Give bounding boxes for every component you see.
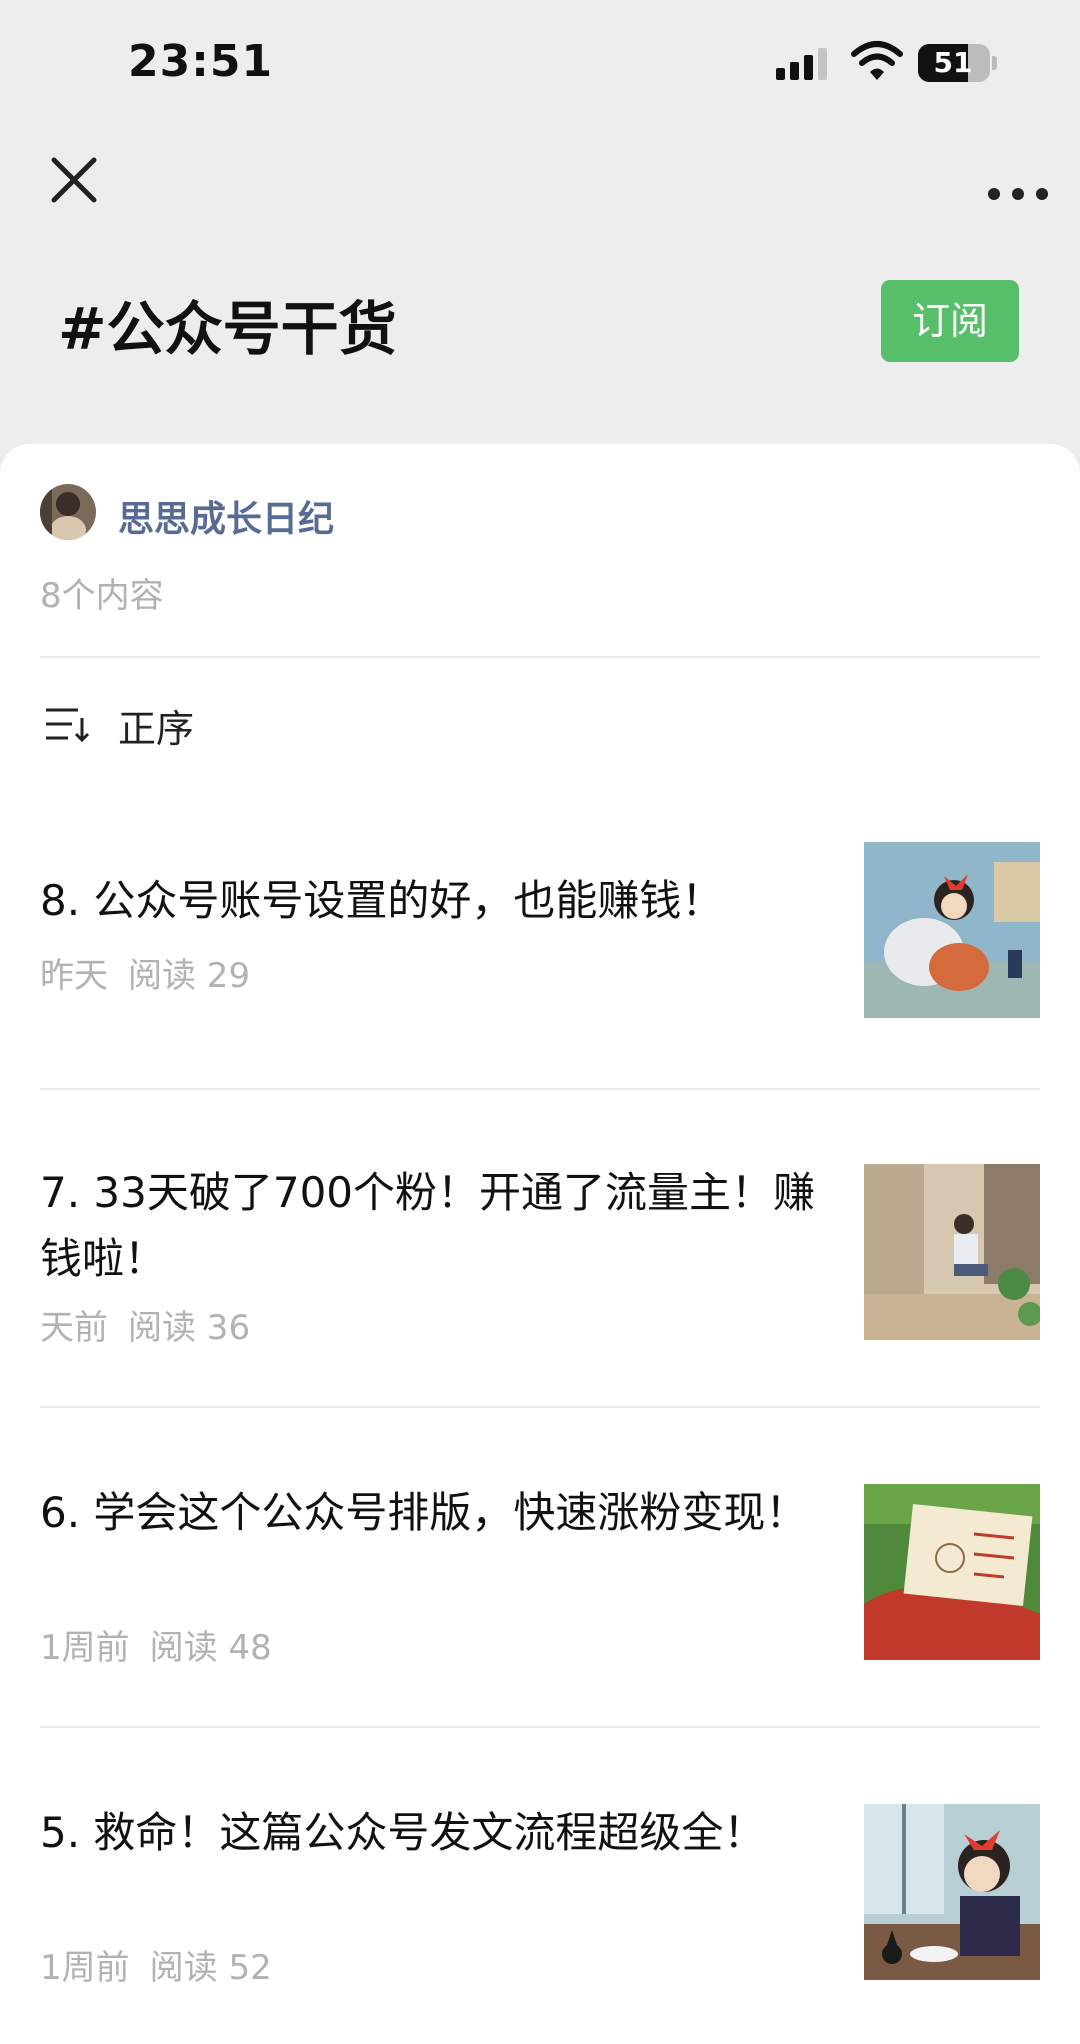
cellular-signal-icon <box>776 48 827 80</box>
article-item[interactable]: 8. 公众号账号设置的好，也能赚钱！ 昨天 阅读 29 <box>0 842 1080 1022</box>
top-nav <box>0 130 1080 240</box>
article-reads: 阅读 48 <box>149 1628 272 1668</box>
article-item[interactable]: 7. 33天破了700个粉！开通了流量主！赚钱啦！ 天前 阅读 36 <box>0 1160 1080 1348</box>
status-bar: 23:51 51 <box>0 0 1080 130</box>
article-time: 天前 <box>40 1308 108 1348</box>
article-item[interactable]: 6. 学会这个公众号排版，快速涨粉变现！ 1周前 阅读 48 <box>0 1480 1080 1668</box>
battery-level: 51 <box>933 46 973 79</box>
article-time: 1周前 <box>40 1628 130 1668</box>
article-meta: 天前 阅读 36 <box>40 1300 250 1349</box>
article-title: 5. 救命！这篇公众号发文流程超级全！ <box>40 1808 766 1857</box>
article-title: 6. 学会这个公众号排版，快速涨粉变现！ <box>40 1488 808 1537</box>
article-thumbnail[interactable] <box>864 1804 1040 1980</box>
article-meta: 1周前 阅读 48 <box>40 1620 272 1669</box>
article-time: 1周前 <box>40 1948 130 1988</box>
content-count: 8个内容 <box>40 576 164 616</box>
article-meta: 1周前 阅读 52 <box>40 1940 272 1989</box>
wifi-icon <box>851 41 903 80</box>
divider <box>40 656 1040 658</box>
article-item[interactable]: 5. 救命！这篇公众号发文流程超级全！ 1周前 阅读 52 <box>0 1800 1080 1988</box>
content-card: 思思成长日纪 8个内容 正序 8. 公众号账号设置的好，也能赚钱！ 昨天 阅读 2… <box>0 444 1080 2044</box>
article-thumbnail[interactable] <box>864 1164 1040 1340</box>
battery-icon: 51 <box>918 44 997 82</box>
article-reads: 阅读 29 <box>128 956 251 996</box>
article-time: 昨天 <box>40 956 108 996</box>
subscribe-button[interactable]: 订阅 <box>881 280 1019 362</box>
avatar[interactable] <box>40 484 96 540</box>
author-name[interactable]: 思思成长日纪 <box>118 490 334 542</box>
article-meta: 昨天 阅读 29 <box>40 948 250 997</box>
divider <box>40 1726 1040 1728</box>
sort-icon <box>46 708 90 743</box>
topic-title: #公众号干货 <box>58 295 397 363</box>
article-thumbnail[interactable] <box>864 1484 1040 1660</box>
sort-label: 正序 <box>118 707 195 751</box>
article-title: 8. 公众号账号设置的好，也能赚钱！ <box>40 876 724 925</box>
article-reads: 阅读 36 <box>128 1308 251 1348</box>
close-icon[interactable] <box>44 150 104 210</box>
article-reads: 阅读 52 <box>149 1948 272 1988</box>
divider <box>40 1088 1040 1090</box>
divider <box>40 1406 1040 1408</box>
more-icon[interactable] <box>972 150 1062 210</box>
article-title: 7. 33天破了700个粉！开通了流量主！赚钱啦！ <box>40 1168 816 1283</box>
article-thumbnail[interactable] <box>864 842 1040 1018</box>
status-time: 23:51 <box>128 36 274 87</box>
